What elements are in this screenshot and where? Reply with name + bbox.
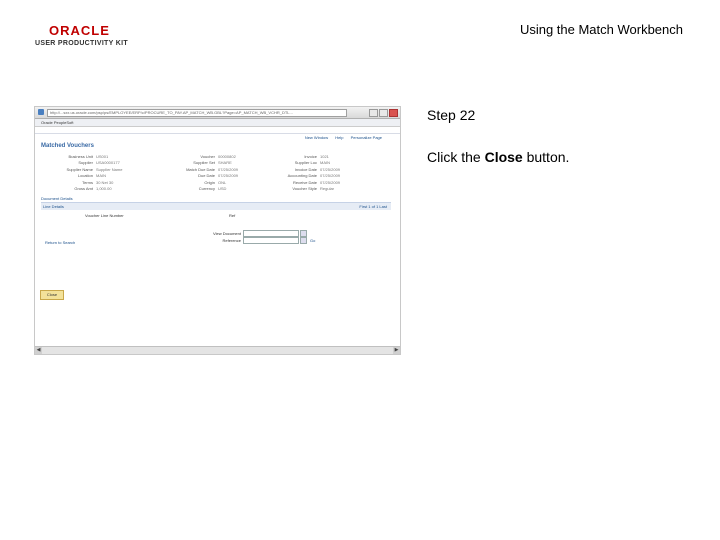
application-screenshot: http://...sxx.us.oracle.com/psp/ps/EMPLO… (34, 106, 401, 355)
view-document-row: View Document (207, 230, 307, 237)
grid-header-bar: Line Details First 1 of 1 Last (41, 202, 391, 210)
go-button[interactable]: Go (310, 238, 315, 243)
close-button[interactable]: Close (40, 290, 64, 300)
top-links: New Window Help Personalize Page (299, 135, 382, 140)
oracle-upk-logo: ORACLE USER PRODUCTIVITY KIT (35, 24, 155, 48)
line-details-link[interactable]: Line Details (43, 204, 64, 209)
instruction-close-keyword: Close (484, 149, 523, 165)
field-label: Currency (198, 186, 215, 192)
field-value: USA0000177 (96, 160, 120, 166)
personalize-page-link[interactable]: Personalize Page (351, 135, 382, 140)
field-value: 1,000.00 (96, 186, 112, 192)
column-header-voucher-line: Voucher Line Number (85, 213, 124, 218)
step-number: Step 22 (427, 107, 476, 123)
field-row: Voucher Style Regular (283, 186, 340, 192)
field-value: USD (218, 186, 227, 192)
field-value: US001 (96, 154, 109, 159)
grid-navigation[interactable]: First 1 of 1 Last (359, 204, 387, 209)
field-label: Voucher Style (292, 186, 317, 192)
minimize-button[interactable] (369, 109, 378, 117)
view-document-dropdown-icon[interactable] (300, 230, 307, 237)
favorites-bar: Oracle PeopleSoft (35, 119, 400, 127)
field-value: 00000802 (218, 154, 236, 159)
help-link[interactable]: Help (335, 135, 343, 140)
reference-row: Reference Go (207, 237, 315, 244)
field-value: 07/25/2009 (320, 173, 341, 179)
address-bar[interactable]: http://...sxx.us.oracle.com/psp/ps/EMPLO… (47, 109, 347, 117)
reference-dropdown-icon[interactable] (300, 237, 307, 244)
logo-oracle-text: ORACLE (49, 23, 110, 38)
scroll-left-arrow-icon[interactable]: ◀ (35, 347, 42, 354)
field-value: 07/25/2009 (218, 173, 239, 179)
step-instruction: Click the Close button. (427, 149, 569, 165)
field-value: MAIN (96, 173, 106, 179)
scroll-right-arrow-icon[interactable]: ▶ (393, 347, 400, 354)
browser-icon (38, 109, 44, 115)
view-document-select[interactable] (243, 230, 299, 237)
field-row: Currency USD (177, 186, 238, 192)
new-window-link[interactable]: New Window (305, 135, 328, 140)
instruction-prefix: Click the (427, 149, 485, 165)
field-value: 30 Net 30 (96, 179, 114, 185)
reference-label: Reference (222, 237, 241, 243)
field-value: 07/25/2009 (320, 179, 341, 185)
fields-column-3: Invoice 1021 Supplier Loc MAIN Invoice Dat… (283, 154, 340, 192)
column-header-ref: Ref (229, 213, 236, 218)
return-to-search-link[interactable]: Return to Search (45, 240, 75, 245)
page-heading: Matched Vouchers (41, 143, 94, 149)
view-document-label: View Document (213, 230, 241, 236)
field-value: MAIN (320, 160, 330, 166)
instruction-suffix: button. (522, 149, 570, 165)
reference-select[interactable] (243, 237, 299, 244)
logo-upk-text: USER PRODUCTIVITY KIT (35, 40, 128, 47)
fields-column-2: Voucher 00000802 Supplier Set SHARE Match … (177, 154, 238, 192)
field-value: 1021 (320, 154, 329, 159)
window-close-button[interactable] (389, 109, 398, 117)
field-value: 07/25/2009 (218, 166, 239, 172)
favorite-link[interactable]: Oracle PeopleSoft (41, 120, 73, 125)
field-value: SHARE (218, 160, 232, 166)
field-label: Gross Amt (74, 186, 93, 192)
header-divider (35, 133, 400, 134)
fields-column-1: Business Unit US001 Supplier USA0000177 Su… (43, 154, 123, 192)
field-value: Regular (320, 186, 335, 192)
field-value: 07/25/2009 (320, 166, 341, 172)
browser-titlebar: http://...sxx.us.oracle.com/psp/ps/EMPLO… (35, 107, 400, 119)
document-details-link[interactable]: Document Details (41, 196, 73, 201)
field-value: Supplier Name (96, 166, 123, 172)
horizontal-scrollbar[interactable]: ◀ ▶ (35, 346, 400, 354)
field-row: Gross Amt 1,000.00 (43, 186, 122, 192)
field-value: ONL (218, 179, 227, 185)
maximize-button[interactable] (379, 109, 388, 117)
page-title: Using the Match Workbench (519, 22, 683, 37)
